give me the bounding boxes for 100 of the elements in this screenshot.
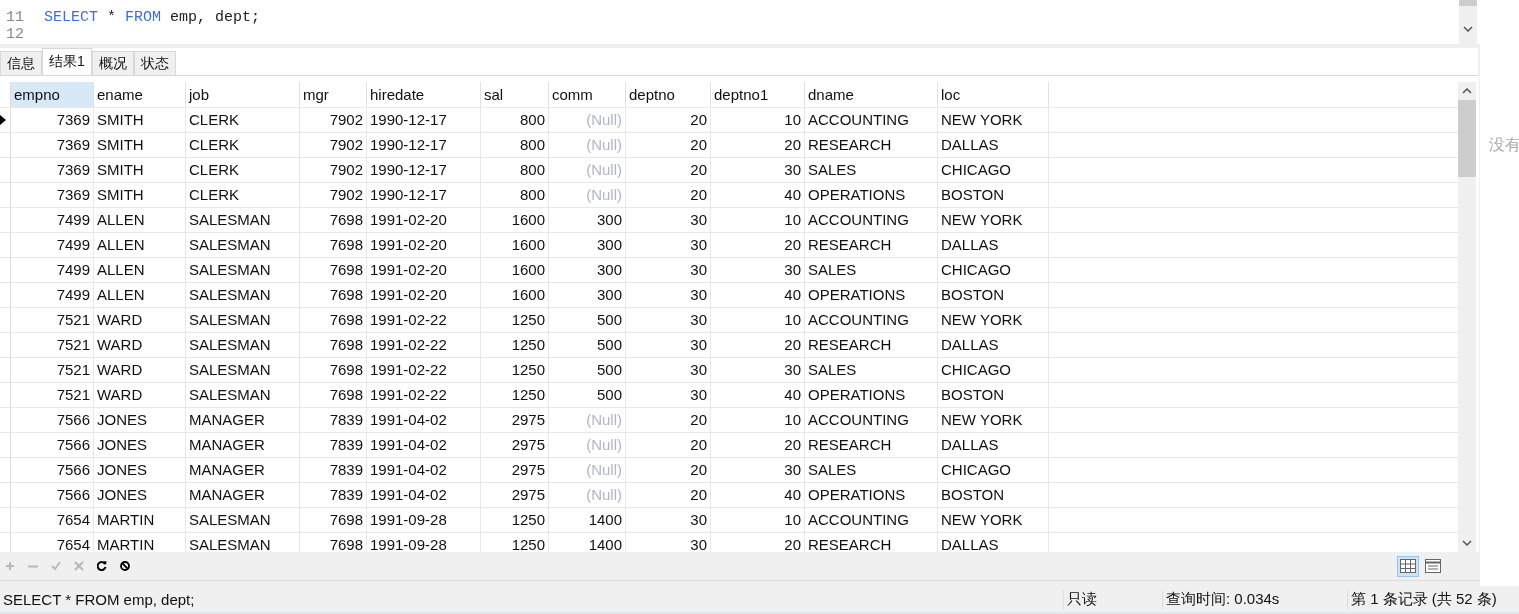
row-indicator[interactable] [0,108,11,132]
table-cell: WARD [94,358,186,382]
table-cell: 800 [481,183,549,207]
result-tab[interactable]: 结果1 [42,48,92,75]
table-cell: 1990-12-17 [367,133,481,157]
table-cell: 1991-04-02 [367,408,481,432]
editor-scrollbar[interactable] [1459,0,1477,44]
table-cell: CLERK [186,108,300,132]
table-cell: BOSTON [938,483,1049,507]
table-cell: BOSTON [938,383,1049,407]
table-cell: OPERATIONS [805,383,938,407]
result-tab[interactable]: 信息 [0,51,42,75]
column-header[interactable]: sal [481,82,549,107]
table-cell: 300 [549,208,626,232]
table-cell: NEW YORK [938,508,1049,532]
table-cell: DALLAS [938,333,1049,357]
table-cell: 30 [626,308,711,332]
table-cell: 10 [711,108,805,132]
table-cell: MANAGER [186,483,300,507]
table-cell: ACCOUNTING [805,108,938,132]
column-header[interactable]: comm [549,82,626,107]
table-cell: 2975 [481,458,549,482]
table-cell: ACCOUNTING [805,308,938,332]
table-cell: 7839 [300,408,367,432]
table-cell: ALLEN [94,208,186,232]
status-query: SELECT * FROM emp, dept; [2,590,196,608]
column-header[interactable]: empno [11,82,94,107]
table-cell: 10 [711,408,805,432]
column-header[interactable]: job [186,82,300,107]
table-cell: CHICAGO [938,158,1049,182]
table-cell: 7698 [300,258,367,282]
table-cell: (Null) [549,133,626,157]
table-cell: 500 [549,333,626,357]
table-cell: 2975 [481,483,549,507]
line-number: 11 [5,9,25,26]
table-cell: NEW YORK [938,408,1049,432]
table-cell: DALLAS [938,433,1049,457]
sql-code: SELECT * FROM emp, dept; [44,9,261,26]
table-cell: 1250 [481,358,549,382]
result-tab[interactable]: 状态 [133,51,176,75]
table-cell: 7566 [11,483,94,507]
table-cell: 1400 [549,508,626,532]
column-header[interactable]: mgr [300,82,367,107]
scroll-down-icon[interactable] [1462,540,1472,546]
scroll-thumb[interactable] [1458,100,1476,177]
table-cell: CHICAGO [938,358,1049,382]
stop-icon[interactable] [120,561,130,571]
table-cell: CHICAGO [938,258,1049,282]
table-cell: JONES [94,458,186,482]
grid-scrollbar[interactable] [1458,82,1476,552]
table-cell: 300 [549,233,626,257]
table-cell: (Null) [549,183,626,207]
scroll-down-icon[interactable] [1463,26,1473,32]
column-header[interactable]: dname [805,82,938,107]
column-header[interactable]: ename [94,82,186,107]
table-cell: 7521 [11,358,94,382]
table-cell: SALES [805,258,938,282]
table-cell: CLERK [186,133,300,157]
table-cell: 30 [711,358,805,382]
table-cell: 7566 [11,458,94,482]
result-tab[interactable]: 概况 [91,51,134,75]
table-cell: DALLAS [938,533,1049,552]
table-cell: 1990-12-17 [367,108,481,132]
table-cell: 1600 [481,283,549,307]
table-cell: SALESMAN [186,233,300,257]
table-cell: CHICAGO [938,458,1049,482]
table-cell: SMITH [94,158,186,182]
scroll-thumb[interactable] [1459,0,1477,6]
table-cell: 7369 [11,183,94,207]
column-header[interactable]: loc [938,82,1049,107]
table-cell: 20 [626,158,711,182]
table-cell: SALESMAN [186,383,300,407]
table-cell: CLERK [186,158,300,182]
table-cell: 7521 [11,308,94,332]
grid-view-button[interactable] [1397,555,1419,577]
table-cell: 300 [549,258,626,282]
column-header[interactable]: deptno [626,82,711,107]
table-cell: DALLAS [938,133,1049,157]
table-cell: 1990-12-17 [367,183,481,207]
table-cell: RESEARCH [805,433,938,457]
table-cell: 7521 [11,383,94,407]
table-cell: 20 [711,433,805,457]
table-cell: OPERATIONS [805,183,938,207]
scroll-up-icon[interactable] [1462,88,1472,94]
table-cell: CLERK [186,183,300,207]
column-header[interactable]: hiredate [367,82,481,107]
refresh-icon[interactable] [97,561,107,571]
table-cell: 7499 [11,283,94,307]
table-cell: ALLEN [94,258,186,282]
table-cell: 7902 [300,183,367,207]
status-record: 第 1 条记录 (共 52 条) [1347,589,1497,609]
table-cell: (Null) [549,458,626,482]
table-cell: ACCOUNTING [805,208,938,232]
table-cell: ALLEN [94,283,186,307]
table-cell: (Null) [549,408,626,432]
table-cell: NEW YORK [938,108,1049,132]
table-cell: 1991-09-28 [367,508,481,532]
column-header[interactable]: deptno1 [711,82,805,107]
table-cell: 7839 [300,458,367,482]
table-cell: OPERATIONS [805,483,938,507]
